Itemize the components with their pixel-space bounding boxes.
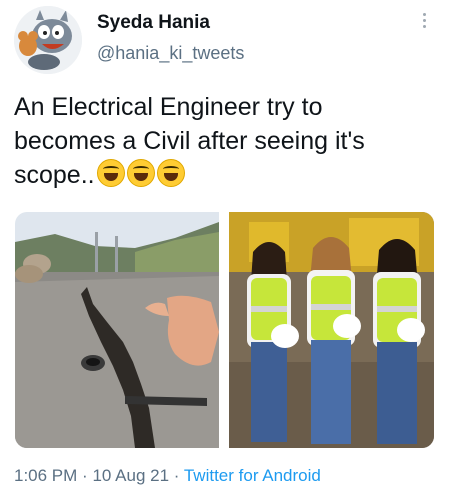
tweet-text-line-3: scope.. — [14, 158, 434, 192]
tweet-text-line-1: An Electrical Engineer try to — [14, 93, 323, 121]
tweet-time[interactable]: 1:06 PM — [14, 466, 77, 485]
more-options-icon[interactable] — [418, 10, 430, 36]
tears-of-joy-emoji-icon — [156, 159, 185, 187]
user-handle[interactable]: @hania_ki_tweets — [97, 43, 244, 64]
laughing-squinting-emoji-icon — [126, 159, 155, 187]
cartoon-avatar-icon — [14, 6, 82, 74]
tweet-source-link[interactable]: Twitter for Android — [184, 466, 321, 485]
tweet-meta: 1:06 PM · 10 Aug 21 · Twitter for Androi… — [14, 466, 321, 486]
tweet-text-line-2: becomes a Civil after seeing it's — [14, 127, 365, 155]
grinning-sweat-emoji-icon — [96, 159, 125, 187]
tweet-text-scope: scope.. — [14, 161, 95, 189]
avatar[interactable] — [14, 6, 82, 74]
display-name[interactable]: Syeda Hania — [97, 12, 210, 34]
photo-engineers-in-vests[interactable] — [229, 212, 434, 448]
meta-separator: · — [82, 466, 88, 485]
tweet-date[interactable]: 10 Aug 21 — [92, 466, 169, 485]
meta-separator-2: · — [173, 466, 180, 485]
photo-cracked-road[interactable] — [15, 212, 219, 448]
tweet-text: An Electrical Engineer try to becomes a … — [14, 90, 434, 192]
